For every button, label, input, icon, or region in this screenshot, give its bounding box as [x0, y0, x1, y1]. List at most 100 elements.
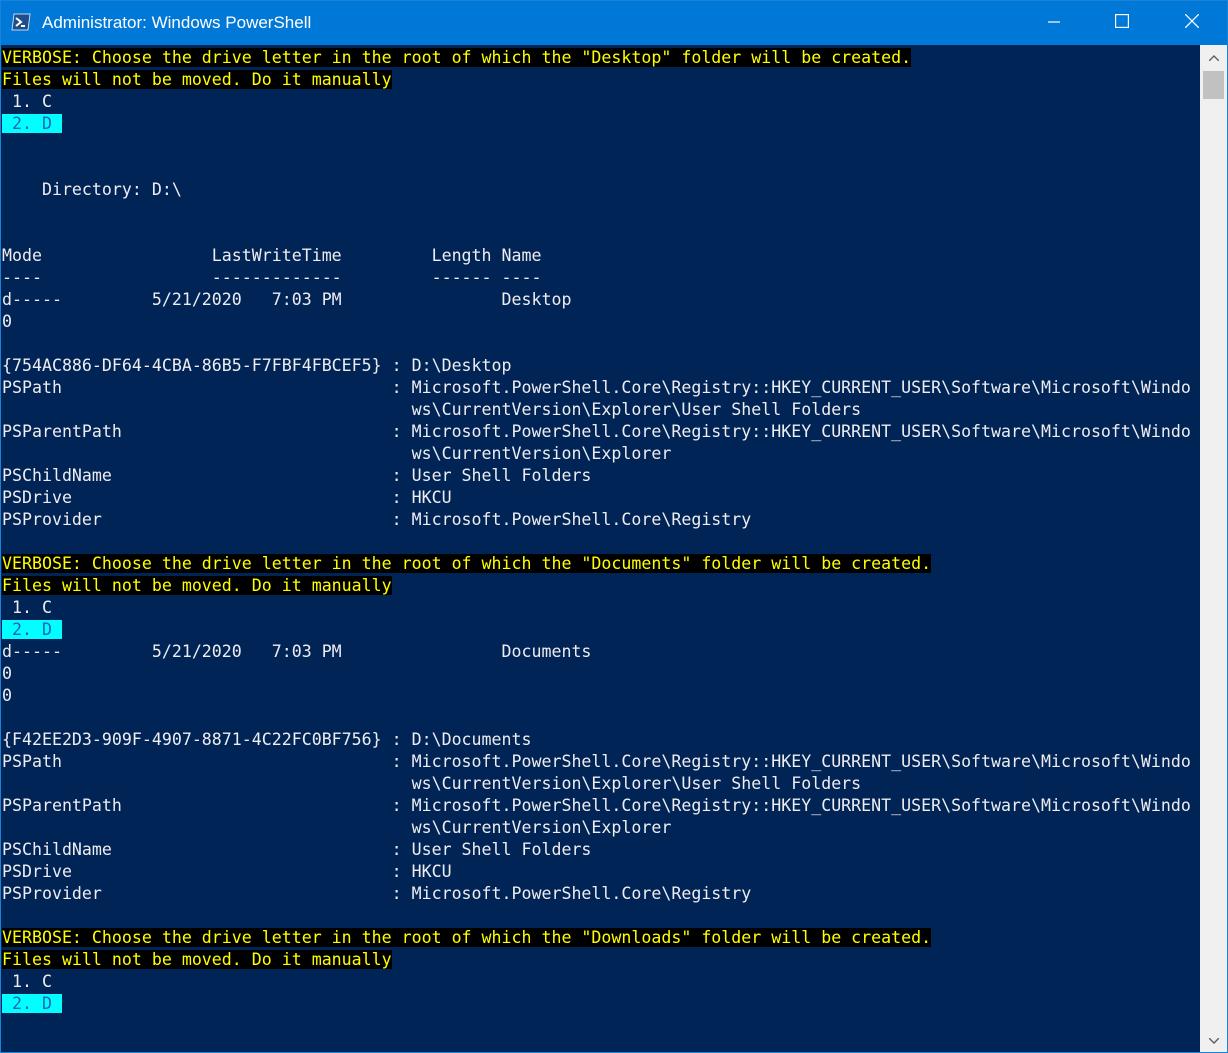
console-line: PSPath : Microsoft.PowerShell.Core\Regis…: [2, 751, 1191, 773]
scroll-down-button[interactable]: [1200, 1028, 1227, 1052]
console-line: {F42EE2D3-909F-4907-8871-4C22FC0BF756} :…: [2, 729, 1191, 751]
console-output[interactable]: VERBOSE: Choose the drive letter in the …: [1, 45, 1200, 1052]
output-text: 1. C: [2, 972, 52, 991]
console-line: PSProvider : Microsoft.PowerShell.Core\R…: [2, 509, 1191, 531]
output-text: PSProvider : Microsoft.PowerShell.Core\R…: [2, 884, 752, 903]
window-title: Administrator: Windows PowerShell: [42, 13, 312, 32]
console-line: VERBOSE: Choose the drive letter in the …: [2, 927, 1191, 949]
console-line: PSChildName : User Shell Folders: [2, 839, 1191, 861]
chevron-up-icon: [1208, 48, 1219, 66]
output-text: {754AC886-DF64-4CBA-86B5-F7FBF4FBCEF5} :…: [2, 356, 512, 375]
close-button[interactable]: [1169, 1, 1215, 45]
console-line: PSPath : Microsoft.PowerShell.Core\Regis…: [2, 377, 1191, 399]
console-line: 0: [2, 311, 1191, 333]
output-text: PSDrive : HKCU: [2, 488, 452, 507]
output-text: 1. C: [2, 92, 52, 111]
output-text: d----- 5/21/2020 7:03 PM Documents: [2, 642, 592, 661]
powershell-icon: [11, 13, 31, 31]
console-line: 2. D: [2, 993, 1191, 1015]
output-text: Directory: D:\: [2, 180, 182, 199]
title-bar[interactable]: Administrator: Windows PowerShell: [1, 1, 1227, 45]
output-text: 1. C: [2, 598, 52, 617]
output-text: 0: [2, 312, 12, 331]
vertical-scrollbar[interactable]: [1200, 45, 1227, 1052]
minimize-icon: [1048, 13, 1060, 33]
console-line: PSDrive : HKCU: [2, 487, 1191, 509]
console-line: Files will not be moved. Do it manually: [2, 949, 1191, 971]
selected-option[interactable]: 2. D: [2, 994, 62, 1013]
console-line: Files will not be moved. Do it manually: [2, 69, 1191, 91]
output-text: ws\CurrentVersion\Explorer\User Shell Fo…: [2, 400, 862, 419]
maximize-button[interactable]: [1099, 1, 1145, 45]
output-text: PSDrive : HKCU: [2, 862, 452, 881]
console-line: d----- 5/21/2020 7:03 PM Documents: [2, 641, 1191, 663]
output-text: 0: [2, 686, 12, 705]
console-line: PSDrive : HKCU: [2, 861, 1191, 883]
output-text: PSChildName : User Shell Folders: [2, 840, 592, 859]
verbose-text: VERBOSE: Choose the drive letter in the …: [2, 928, 932, 947]
output-text: PSParentPath : Microsoft.PowerShell.Core…: [2, 422, 1191, 441]
output-text: ws\CurrentVersion\Explorer\User Shell Fo…: [2, 774, 862, 793]
selected-option[interactable]: 2. D: [2, 620, 62, 639]
console-line: PSParentPath : Microsoft.PowerShell.Core…: [2, 795, 1191, 817]
console-line: Files will not be moved. Do it manually: [2, 575, 1191, 597]
console-line: 1. C: [2, 971, 1191, 993]
output-text: {F42EE2D3-909F-4907-8871-4C22FC0BF756} :…: [2, 730, 532, 749]
selected-option[interactable]: 2. D: [2, 114, 62, 133]
output-text: PSPath : Microsoft.PowerShell.Core\Regis…: [2, 752, 1191, 771]
verbose-text: VERBOSE: Choose the drive letter in the …: [2, 554, 932, 573]
console-line: ws\CurrentVersion\Explorer\User Shell Fo…: [2, 399, 1191, 421]
output-text: Mode LastWriteTime Length Name: [2, 246, 542, 265]
console-line: PSParentPath : Microsoft.PowerShell.Core…: [2, 421, 1191, 443]
console-line: 1. C: [2, 91, 1191, 113]
console-line: 2. D: [2, 113, 1191, 135]
console-line: VERBOSE: Choose the drive letter in the …: [2, 47, 1191, 69]
verbose-text: Files will not be moved. Do it manually: [2, 950, 392, 969]
console-line: VERBOSE: Choose the drive letter in the …: [2, 553, 1191, 575]
console-line: ws\CurrentVersion\Explorer: [2, 817, 1191, 839]
output-text: ws\CurrentVersion\Explorer: [2, 818, 672, 837]
console-line: ---- ------------- ------ ----: [2, 267, 1191, 289]
console-line: 0: [2, 663, 1191, 685]
minimize-button[interactable]: [1031, 1, 1077, 45]
verbose-text: Files will not be moved. Do it manually: [2, 70, 392, 89]
output-text: 0: [2, 664, 12, 683]
maximize-icon: [1115, 13, 1130, 33]
console-line: d----- 5/21/2020 7:03 PM Desktop: [2, 289, 1191, 311]
console-line: PSChildName : User Shell Folders: [2, 465, 1191, 487]
console-lines: VERBOSE: Choose the drive letter in the …: [2, 47, 1191, 1052]
output-text: ws\CurrentVersion\Explorer: [2, 444, 672, 463]
console-line: ws\CurrentVersion\Explorer: [2, 443, 1191, 465]
console-line: 0: [2, 685, 1191, 707]
console-line: ws\CurrentVersion\Explorer\User Shell Fo…: [2, 773, 1191, 795]
verbose-text: Files will not be moved. Do it manually: [2, 576, 392, 595]
console-line: Directory: D:\: [2, 179, 1191, 201]
console-line: {754AC886-DF64-4CBA-86B5-F7FBF4FBCEF5} :…: [2, 355, 1191, 377]
console-line: 1. C: [2, 597, 1191, 619]
output-text: ---- ------------- ------ ----: [2, 268, 542, 287]
close-icon: [1184, 13, 1200, 33]
scroll-thumb[interactable]: [1203, 71, 1224, 99]
console-line: PSProvider : Microsoft.PowerShell.Core\R…: [2, 883, 1191, 905]
verbose-text: VERBOSE: Choose the drive letter in the …: [2, 48, 912, 67]
output-text: PSPath : Microsoft.PowerShell.Core\Regis…: [2, 378, 1191, 397]
chevron-down-icon: [1208, 1031, 1219, 1049]
console-line: Mode LastWriteTime Length Name: [2, 245, 1191, 267]
output-text: PSChildName : User Shell Folders: [2, 466, 592, 485]
powershell-window: Administrator: Windows PowerShell VERBOS…: [0, 0, 1228, 1053]
output-text: PSParentPath : Microsoft.PowerShell.Core…: [2, 796, 1191, 815]
console-line: 2. D: [2, 619, 1191, 641]
scroll-up-button[interactable]: [1200, 45, 1227, 69]
output-text: PSProvider : Microsoft.PowerShell.Core\R…: [2, 510, 752, 529]
output-text: d----- 5/21/2020 7:03 PM Desktop: [2, 290, 572, 309]
